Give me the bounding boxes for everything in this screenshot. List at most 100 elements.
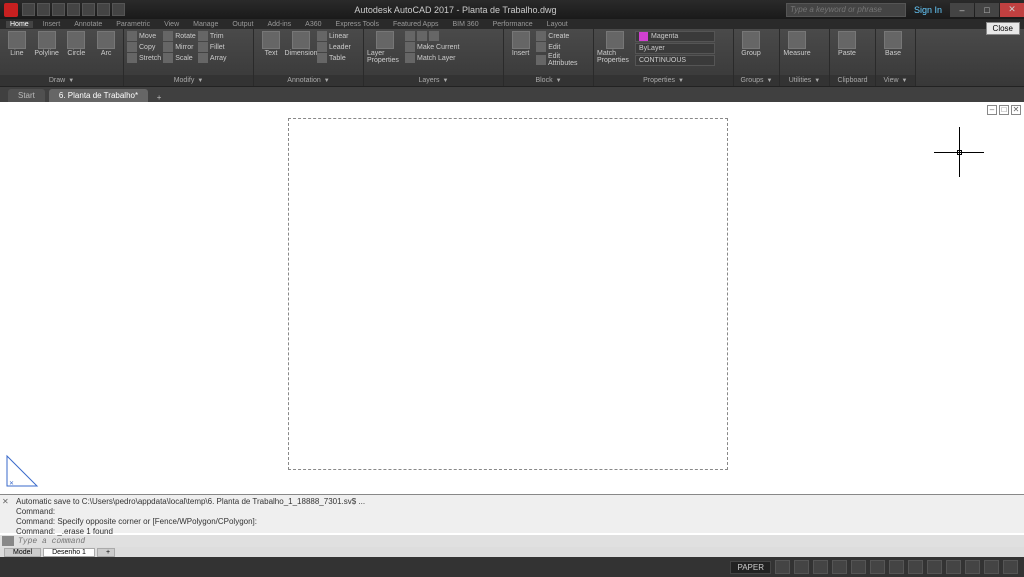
make-current-button[interactable]: Make Current (405, 42, 459, 52)
ribbon-tab-layout[interactable]: Layout (543, 21, 572, 28)
clean-screen-icon[interactable] (984, 560, 999, 574)
ribbon-tab-manage[interactable]: Manage (189, 21, 222, 28)
copy-button[interactable]: Copy (127, 42, 161, 52)
panel-block-title[interactable]: Block▼ (504, 75, 593, 86)
otrack-toggle-icon[interactable] (870, 560, 885, 574)
new-doc-tab-button[interactable]: + (152, 93, 166, 102)
qat-saveas-icon[interactable] (67, 3, 80, 16)
vp-close-icon[interactable]: ✕ (1011, 105, 1021, 115)
linetype-dropdown[interactable]: CONTINUOUS (635, 55, 715, 66)
minimize-button[interactable]: – (950, 3, 974, 17)
color-dropdown[interactable]: Magenta (635, 31, 715, 42)
doc-tab-start[interactable]: Start (8, 89, 45, 102)
scale-button[interactable]: Scale (163, 53, 196, 63)
panel-groups-title[interactable]: Groups▼ (734, 75, 779, 86)
panel-draw-title[interactable]: Draw▼ (0, 75, 123, 86)
command-input[interactable] (18, 537, 1022, 546)
measure-button[interactable]: Measure (783, 31, 811, 57)
qat-plot-icon[interactable] (82, 3, 95, 16)
isolate-icon[interactable] (965, 560, 980, 574)
leader-button[interactable]: Leader (317, 42, 351, 52)
fillet-button[interactable]: Fillet (198, 42, 227, 52)
qat-save-icon[interactable] (52, 3, 65, 16)
customize-icon[interactable] (1003, 560, 1018, 574)
table-button[interactable]: Table (317, 53, 351, 63)
edit-block-button[interactable]: Edit (536, 42, 590, 52)
sign-in-link[interactable]: Sign In (914, 5, 942, 15)
ribbon-tab-performance[interactable]: Performance (489, 21, 537, 28)
polyline-button[interactable]: Polyline (33, 31, 61, 57)
qat-new-icon[interactable] (22, 3, 35, 16)
vp-minimize-icon[interactable]: – (987, 105, 997, 115)
panel-modify-title[interactable]: Modify▼ (124, 75, 253, 86)
rotate-button[interactable]: Rotate (163, 31, 196, 41)
app-icon[interactable] (4, 3, 18, 17)
panel-annotation-title[interactable]: Annotation▼ (254, 75, 363, 86)
base-button[interactable]: Base (879, 31, 907, 57)
ortho-toggle-icon[interactable] (813, 560, 828, 574)
close-panel-button[interactable]: Close (986, 22, 1020, 35)
drawing-canvas[interactable]: – □ ✕ ✕ (0, 102, 1024, 494)
stretch-button[interactable]: Stretch (127, 53, 161, 63)
panel-utilities-title[interactable]: Utilities▼ (780, 75, 829, 86)
polar-toggle-icon[interactable] (832, 560, 847, 574)
cmd-close-icon[interactable]: ✕ (2, 497, 10, 505)
ribbon-tab-bim360[interactable]: BIM 360 (449, 21, 483, 28)
qat-redo-icon[interactable] (112, 3, 125, 16)
edit-attributes-button[interactable]: Edit Attributes (536, 53, 590, 67)
ribbon-tab-output[interactable]: Output (228, 21, 257, 28)
osnap-toggle-icon[interactable] (851, 560, 866, 574)
move-button[interactable]: Move (127, 31, 161, 41)
layer-lock-icon[interactable] (429, 31, 439, 41)
match-properties-button[interactable]: Match Properties (597, 31, 633, 64)
layer-properties-button[interactable]: Layer Properties (367, 31, 403, 64)
ribbon-tab-featured[interactable]: Featured Apps (389, 21, 443, 28)
lineweight-dropdown[interactable]: ByLayer (635, 43, 715, 54)
array-button[interactable]: Array (198, 53, 227, 63)
ribbon-tab-home[interactable]: Home (6, 21, 33, 28)
vp-restore-icon[interactable]: □ (999, 105, 1009, 115)
annotation-scale-icon[interactable] (908, 560, 923, 574)
app-title: Autodesk AutoCAD 2017 - Planta de Trabal… (125, 5, 786, 15)
ribbon-tab-annotate[interactable]: Annotate (70, 21, 106, 28)
snap-toggle-icon[interactable] (794, 560, 809, 574)
create-block-button[interactable]: Create (536, 31, 590, 41)
help-search-input[interactable] (786, 3, 906, 17)
layer-state-icon[interactable] (405, 31, 415, 41)
linear-button[interactable]: Linear (317, 31, 351, 41)
lineweight-toggle-icon[interactable] (889, 560, 904, 574)
paste-button[interactable]: Paste (833, 31, 861, 57)
panel-layers-title[interactable]: Layers▼ (364, 75, 503, 86)
ribbon-tab-express[interactable]: Express Tools (332, 21, 383, 28)
line-button[interactable]: Line (3, 31, 31, 57)
match-layer-button[interactable]: Match Layer (405, 53, 459, 63)
circle-button[interactable]: Circle (63, 31, 91, 57)
close-button[interactable]: ✕ (1000, 3, 1024, 17)
layout-tab-1[interactable]: Desenho 1 (43, 548, 95, 557)
layout-tab-model[interactable]: Model (4, 548, 41, 557)
ribbon-tab-addins[interactable]: Add-ins (263, 21, 295, 28)
panel-view-title[interactable]: View▼ (876, 75, 915, 86)
dimension-button[interactable]: Dimension (287, 31, 315, 57)
insert-button[interactable]: Insert (507, 31, 534, 57)
ribbon-tab-insert[interactable]: Insert (39, 21, 65, 28)
panel-properties-title[interactable]: Properties▼ (594, 75, 733, 86)
text-button[interactable]: Text (257, 31, 285, 57)
mirror-button[interactable]: Mirror (163, 42, 196, 52)
grid-toggle-icon[interactable] (775, 560, 790, 574)
space-toggle[interactable]: PAPER (730, 561, 771, 574)
new-layout-button[interactable]: + (97, 548, 115, 557)
maximize-button[interactable]: □ (975, 3, 999, 17)
trim-button[interactable]: Trim (198, 31, 227, 41)
arc-button[interactable]: Arc (92, 31, 120, 57)
group-button[interactable]: Group (737, 31, 765, 57)
qat-undo-icon[interactable] (97, 3, 110, 16)
ribbon-tab-parametric[interactable]: Parametric (112, 21, 154, 28)
doc-tab-file[interactable]: 6. Planta de Trabalho* (49, 89, 148, 102)
ribbon-tab-a360[interactable]: A360 (301, 21, 325, 28)
layer-toggle-icon[interactable] (417, 31, 427, 41)
qat-open-icon[interactable] (37, 3, 50, 16)
ribbon-tab-view[interactable]: View (160, 21, 183, 28)
hardware-accel-icon[interactable] (946, 560, 961, 574)
workspace-icon[interactable] (927, 560, 942, 574)
